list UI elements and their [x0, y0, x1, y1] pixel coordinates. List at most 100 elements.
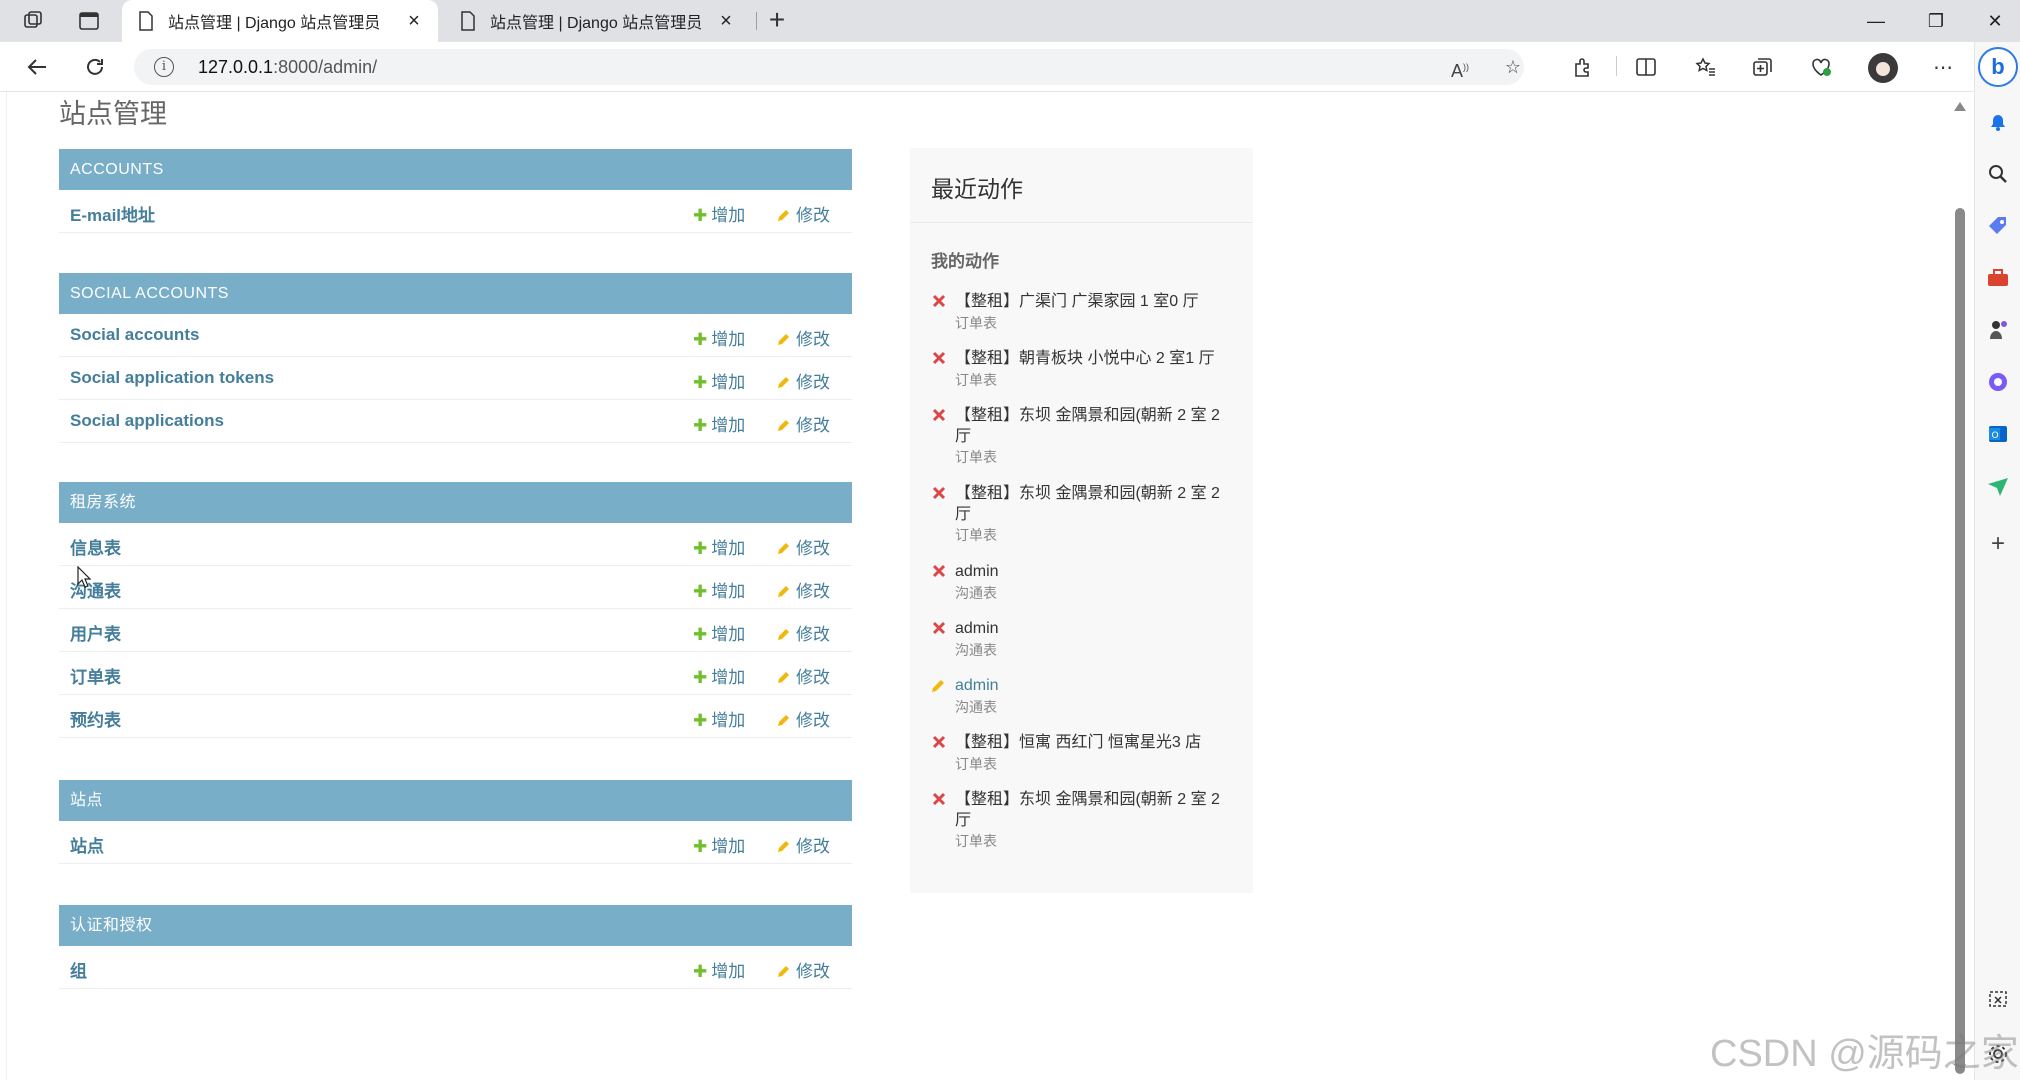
add-link[interactable]: ✚ 增加 — [693, 411, 745, 436]
model-link[interactable]: 信息表 — [70, 534, 121, 559]
navigation-bar: i 127.0.0.1:8000/admin/ A)) ☆ ⋯ — [0, 42, 2020, 92]
tools-icon[interactable] — [1986, 266, 2010, 290]
shopping-tag-icon[interactable] — [1986, 214, 2010, 238]
change-link[interactable]: 修改 — [777, 411, 830, 436]
model-link[interactable]: Social application tokens — [70, 368, 274, 388]
page-icon — [461, 11, 475, 31]
change-link[interactable]: 修改 — [777, 325, 830, 350]
action-label: admin — [955, 563, 999, 580]
page-title: 站点管理 — [59, 99, 167, 129]
restore-icon[interactable]: ❐ — [1916, 6, 1956, 36]
pencil-icon — [778, 586, 789, 597]
new-tab-icon[interactable]: + — [763, 6, 791, 35]
add-link[interactable]: ✚ 增加 — [693, 832, 745, 857]
action-label: 【整租】东坝 金隅景和园(朝新 2 室 2 厅 — [955, 407, 1220, 445]
add-plus-icon: ✚ — [693, 206, 708, 225]
scroll-up-arrow-icon[interactable] — [1954, 102, 1966, 111]
add-link[interactable]: ✚ 增加 — [693, 620, 745, 645]
model-link[interactable]: 订单表 — [70, 663, 121, 688]
scrollbar-thumb[interactable] — [1955, 208, 1965, 1074]
extensions-icon[interactable] — [1570, 54, 1596, 80]
collections-icon[interactable] — [1750, 54, 1776, 80]
site-info-icon[interactable]: i — [154, 57, 174, 77]
favorites-icon[interactable] — [1692, 54, 1718, 80]
my-actions-heading: 我的动作 — [931, 252, 999, 271]
change-link[interactable]: 修改 — [777, 201, 830, 226]
model-row: 订单表 ✚ 增加 修改 — [59, 652, 852, 695]
send-icon[interactable] — [1986, 474, 2010, 498]
minimize-icon[interactable]: — — [1856, 6, 1896, 36]
add-link[interactable]: ✚ 增加 — [693, 663, 745, 688]
copilot-icon[interactable]: b — [1978, 47, 2018, 87]
add-plus-icon: ✚ — [693, 962, 708, 981]
workspaces-icon[interactable] — [21, 9, 45, 33]
action-label: 【整租】东坝 金隅景和园(朝新 2 室 2 厅 — [955, 791, 1220, 829]
model-link[interactable]: 组 — [70, 957, 87, 982]
model-link[interactable]: 预约表 — [70, 706, 121, 731]
watermark: CSDN @源码之家 — [1710, 1033, 2019, 1075]
pencil-icon — [778, 966, 789, 977]
add-link[interactable]: ✚ 增加 — [693, 325, 745, 350]
model-link[interactable]: E-mail地址 — [70, 201, 155, 226]
change-link[interactable]: 修改 — [777, 577, 830, 602]
add-link[interactable]: ✚ 增加 — [693, 577, 745, 602]
add-link[interactable]: ✚ 增加 — [693, 534, 745, 559]
action-content-type: 沟通表 — [955, 699, 997, 715]
model-row: 用户表 ✚ 增加 修改 — [59, 609, 852, 652]
screenshot-icon[interactable] — [1986, 988, 2010, 1012]
pencil-icon — [778, 543, 789, 554]
model-link[interactable]: Social applications — [70, 411, 224, 431]
delete-icon — [932, 621, 946, 635]
tab-title: 站点管理 | Django 站点管理员 — [168, 15, 381, 32]
change-link[interactable]: 修改 — [777, 832, 830, 857]
add-link[interactable]: ✚ 增加 — [693, 957, 745, 982]
url-text[interactable]: 127.0.0.1:8000/admin/ — [198, 57, 377, 78]
model-link[interactable]: 用户表 — [70, 620, 121, 645]
module-caption[interactable]: 租房系统 — [59, 482, 852, 523]
change-link[interactable]: 修改 — [777, 368, 830, 393]
module-auth: 认证和授权 组 ✚ 增加 修改 — [59, 905, 852, 989]
address-bar[interactable]: i 127.0.0.1:8000/admin/ A)) ☆ — [134, 49, 1524, 85]
pencil-icon — [778, 377, 789, 388]
add-link[interactable]: ✚ 增加 — [693, 368, 745, 393]
model-row: Social accounts ✚ 增加 修改 — [59, 314, 852, 357]
module-caption[interactable]: 认证和授权 — [59, 905, 852, 946]
model-link[interactable]: Social accounts — [70, 325, 199, 345]
change-link[interactable]: 修改 — [777, 957, 830, 982]
change-link[interactable]: 修改 — [777, 706, 830, 731]
page-icon — [139, 11, 153, 31]
browser-essentials-icon[interactable] — [1808, 54, 1834, 80]
games-icon[interactable] — [1986, 318, 2010, 342]
notification-bell-icon[interactable] — [1986, 110, 2010, 134]
tab-active[interactable]: 站点管理 | Django 站点管理员 × — [122, 0, 438, 42]
vertical-tabs-icon[interactable] — [77, 9, 101, 33]
change-link[interactable]: 修改 — [777, 620, 830, 645]
change-link[interactable]: 修改 — [777, 663, 830, 688]
close-window-icon[interactable]: ✕ — [1975, 6, 2015, 36]
favorite-star-icon[interactable]: ☆ — [1501, 55, 1525, 79]
refresh-icon[interactable] — [82, 54, 108, 80]
close-tab-icon[interactable]: × — [716, 11, 736, 31]
close-tab-icon[interactable]: × — [404, 11, 424, 31]
add-link[interactable]: ✚ 增加 — [693, 201, 745, 226]
search-icon[interactable] — [1986, 162, 2010, 186]
model-row: Social applications ✚ 增加 修改 — [59, 400, 852, 443]
back-icon[interactable] — [24, 54, 50, 80]
outlook-icon[interactable]: O — [1986, 422, 2010, 446]
module-caption[interactable]: 站点 — [59, 780, 852, 821]
profile-avatar[interactable] — [1868, 53, 1898, 83]
tab-inactive[interactable]: 站点管理 | Django 站点管理员 × — [444, 0, 750, 42]
toolbar-divider — [1616, 56, 1617, 76]
change-link[interactable]: 修改 — [777, 534, 830, 559]
delete-icon — [932, 564, 946, 578]
add-link[interactable]: ✚ 增加 — [693, 706, 745, 731]
model-link[interactable]: 站点 — [70, 832, 104, 857]
read-aloud-icon[interactable]: A)) — [1448, 55, 1472, 81]
more-options-icon[interactable]: ⋯ — [1930, 54, 1956, 80]
microsoft365-icon[interactable] — [1986, 370, 2010, 394]
module-caption[interactable]: ACCOUNTS — [59, 149, 852, 190]
add-sidebar-icon[interactable]: + — [1986, 532, 2010, 556]
module-caption[interactable]: SOCIAL ACCOUNTS — [59, 273, 852, 314]
split-screen-icon[interactable] — [1633, 54, 1659, 80]
edge-sidebar: O + — [1974, 42, 2020, 1080]
